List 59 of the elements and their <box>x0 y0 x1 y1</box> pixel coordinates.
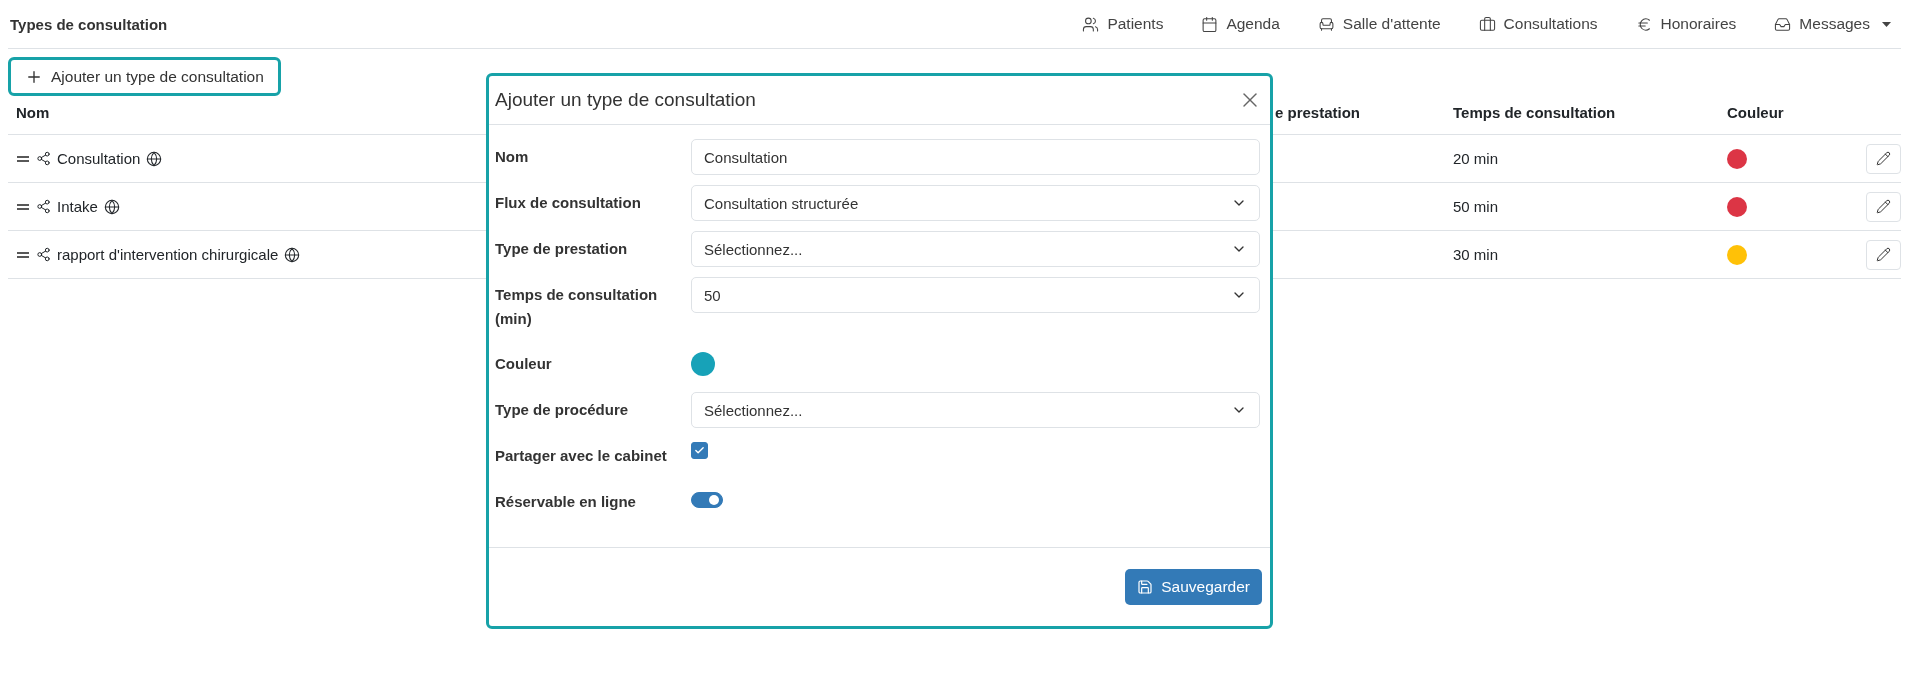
briefcase-icon <box>1478 15 1496 33</box>
drag-handle-icon[interactable] <box>16 154 30 163</box>
nav-link[interactable]: Messages <box>1774 15 1891 33</box>
column-header: e prestation <box>1274 104 1362 121</box>
calendar-icon <box>1201 15 1219 33</box>
column-header: Couleur <box>1726 104 1785 121</box>
share-icon <box>36 247 51 262</box>
select-field[interactable]: Sélectionnez... <box>691 231 1260 267</box>
field-label: Temps de consultation (min) <box>495 285 659 329</box>
table-cell-text: 50 min <box>1452 198 1500 215</box>
field-label: Partager avec le cabinet <box>495 446 668 466</box>
select-field[interactable]: Sélectionnez... <box>691 392 1260 428</box>
pencil-icon <box>1876 199 1891 214</box>
save-icon <box>1137 579 1154 595</box>
column-header: Temps de consultation <box>1452 104 1617 121</box>
add-consultation-type-button[interactable]: Ajouter un type de consultation <box>8 57 281 96</box>
share-icon <box>36 151 51 166</box>
field-label: Flux de consultation <box>495 193 642 213</box>
select-field[interactable]: 50 <box>691 277 1260 313</box>
pencil-icon <box>1876 151 1891 166</box>
nav-link[interactable]: Patients <box>1082 15 1164 33</box>
color-swatch[interactable] <box>691 352 715 376</box>
pencil-icon <box>1876 247 1891 262</box>
share-icon <box>36 199 51 214</box>
select-field[interactable]: Consultation structurée <box>691 185 1260 221</box>
save-button[interactable]: Sauvegarder <box>1125 569 1262 605</box>
nav-link[interactable]: Agenda <box>1201 15 1280 33</box>
table-cell: Intake <box>57 198 98 215</box>
modal-title: Ajouter un type de consultation <box>495 89 756 111</box>
chair-icon <box>1317 15 1335 33</box>
table-cell: rapport d'intervention chirurgicale <box>57 246 279 263</box>
check-icon <box>694 445 705 456</box>
people-icon <box>1082 15 1100 33</box>
globe-icon <box>103 198 120 215</box>
field-label: Type de prestation <box>495 239 629 259</box>
euro-icon <box>1635 15 1653 33</box>
field-label: Nom <box>495 147 530 167</box>
inbox-icon <box>1774 15 1792 33</box>
toggle-switch[interactable] <box>691 492 723 508</box>
field-label: Type de procédure <box>495 400 630 420</box>
nav-link[interactable]: Honoraires <box>1635 15 1737 33</box>
table-cell-text: 30 min <box>1452 246 1500 263</box>
nav-link[interactable]: Consultations <box>1478 15 1598 33</box>
field-label: Réservable en ligne <box>495 492 637 512</box>
edit-button[interactable] <box>1866 143 1901 174</box>
name-input[interactable]: Consultation <box>691 139 1260 175</box>
nav-link[interactable]: Salle d'attente <box>1317 15 1441 33</box>
globe-icon <box>284 246 301 263</box>
checkbox[interactable] <box>691 442 708 459</box>
field-label: Couleur <box>495 354 553 374</box>
column-header: Nom <box>15 104 51 121</box>
edit-button[interactable] <box>1866 191 1901 222</box>
drag-handle-icon[interactable] <box>16 250 30 259</box>
page-title: Types de consultation <box>10 15 168 33</box>
table-cell-text: 20 min <box>1452 150 1500 167</box>
table-cell: Consultation <box>57 150 141 167</box>
drag-handle-icon[interactable] <box>16 202 30 211</box>
edit-button[interactable] <box>1866 239 1901 270</box>
globe-icon <box>146 150 163 167</box>
